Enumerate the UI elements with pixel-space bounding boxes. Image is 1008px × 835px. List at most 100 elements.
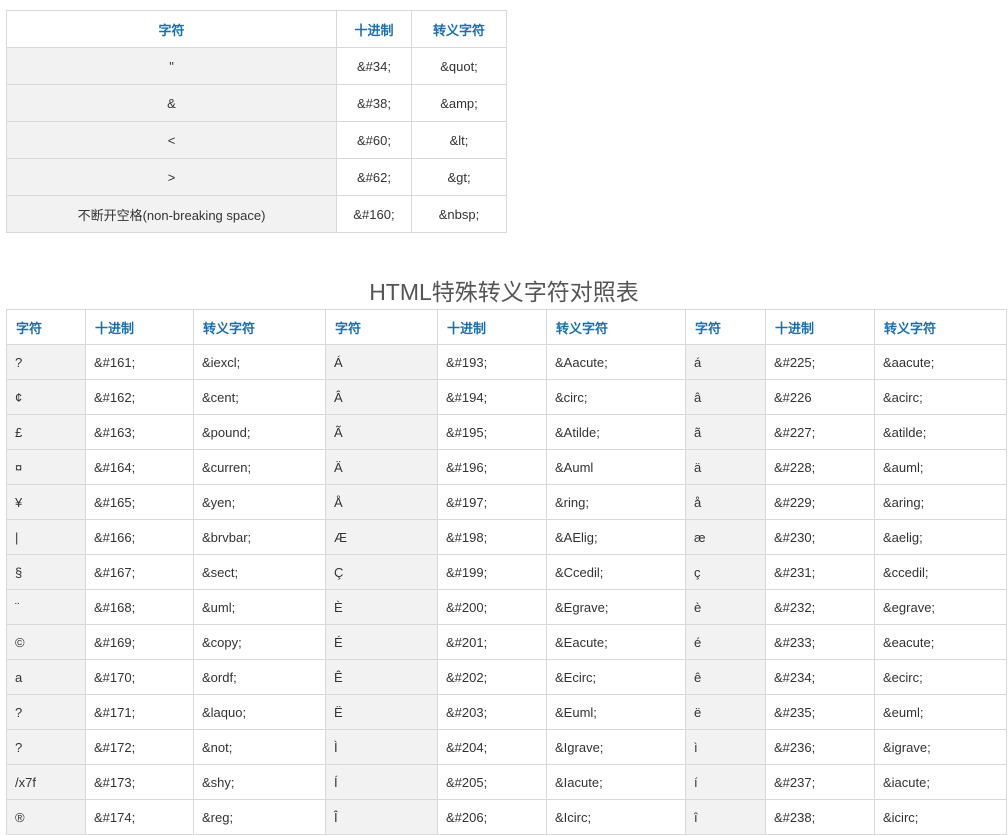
escape-cell: &iacute; (874, 764, 1007, 800)
header-escape: 转义字符 (411, 10, 507, 48)
table-row: ? &#171; &laquo; Ë &#203; &Euml; ë &#235; &euml; (6, 694, 1007, 730)
decimal-cell: &#206; (437, 799, 547, 835)
table-row: a &#170; &ordf; Ê &#202; &Ecirc; ê &#234; &ecirc… (6, 659, 1007, 695)
decimal-cell: &#201; (437, 624, 547, 660)
escape-cell: &amp; (411, 84, 507, 122)
decimal-cell: &#236; (765, 729, 875, 765)
decimal-cell: &#229; (765, 484, 875, 520)
escape-cell: &Auml (546, 449, 686, 485)
escape-cell: &Aacute; (546, 344, 686, 380)
escape-cell: &Atilde; (546, 414, 686, 450)
decimal-cell: &#235; (765, 694, 875, 730)
header-decimal: 十进制 (765, 309, 875, 345)
character-cell: < (6, 121, 337, 159)
table-row: & &#38; &amp; (6, 84, 507, 122)
table-row: ¢ &#162; &cent; Â &#194; &circ; â &#226 &acirc; (6, 379, 1007, 415)
decimal-cell: &#237; (765, 764, 875, 800)
decimal-cell: &#174; (85, 799, 194, 835)
main-table-header-row: 字符 十进制 转义字符 字符 十进制 转义字符 字符 十进制 转义字符 (6, 309, 1007, 345)
character-cell: Î (325, 799, 438, 835)
escape-cell: &aacute; (874, 344, 1007, 380)
decimal-cell: &#232; (765, 589, 875, 625)
decimal-cell: &#199; (437, 554, 547, 590)
character-cell: á (685, 344, 766, 380)
character-cell: ¤ (6, 449, 86, 485)
decimal-cell: &#227; (765, 414, 875, 450)
character-cell: ä (685, 449, 766, 485)
decimal-cell: &#226 (765, 379, 875, 415)
character-cell: È (325, 589, 438, 625)
decimal-cell: &#233; (765, 624, 875, 660)
escape-cell: &copy; (193, 624, 326, 660)
character-cell: ? (6, 694, 86, 730)
character-cell: ì (685, 729, 766, 765)
decimal-cell: &#198; (437, 519, 547, 555)
character-cell: Ê (325, 659, 438, 695)
character-cell: é (685, 624, 766, 660)
top-table-body: " &#34; &quot; & &#38; &amp; < &#60; &lt; > &#62; &… (6, 47, 507, 233)
character-cell: É (325, 624, 438, 660)
decimal-cell: &#231; (765, 554, 875, 590)
character-cell: æ (685, 519, 766, 555)
character-cell: è (685, 589, 766, 625)
header-decimal: 十进制 (437, 309, 547, 345)
decimal-cell: &#197; (437, 484, 547, 520)
character-cell: a (6, 659, 86, 695)
header-character: 字符 (6, 309, 86, 345)
decimal-cell: &#168; (85, 589, 194, 625)
escape-cell: &euml; (874, 694, 1007, 730)
table-row: ¤ &#164; &curren; Ä &#196; &Auml ä &#228; &auml; (6, 449, 1007, 485)
header-escape: 转义字符 (193, 309, 326, 345)
escape-cell: &brvbar; (193, 519, 326, 555)
escape-cell: &ccedil; (874, 554, 1007, 590)
header-decimal: 十进制 (336, 10, 412, 48)
escape-cell: &iexcl; (193, 344, 326, 380)
table-row: ¥ &#165; &yen; Å &#197; &ring; å &#229; &aring; (6, 484, 1007, 520)
escape-cell: &auml; (874, 449, 1007, 485)
table-row: " &#34; &quot; (6, 47, 507, 85)
character-cell: ã (685, 414, 766, 450)
table-row: £ &#163; &pound; Ã &#195; &Atilde; ã &#227; &ati… (6, 414, 1007, 450)
decimal-cell: &#173; (85, 764, 194, 800)
character-cell: £ (6, 414, 86, 450)
character-cell: 不断开空格(non-breaking space) (6, 195, 337, 233)
escape-cell: &reg; (193, 799, 326, 835)
escape-cell: &ecirc; (874, 659, 1007, 695)
decimal-cell: &#169; (85, 624, 194, 660)
header-character: 字符 (685, 309, 766, 345)
escape-cell: &gt; (411, 158, 507, 196)
character-cell: ê (685, 659, 766, 695)
decimal-cell: &#193; (437, 344, 547, 380)
character-cell: í (685, 764, 766, 800)
decimal-cell: &#172; (85, 729, 194, 765)
decimal-cell: &#164; (85, 449, 194, 485)
escape-cell: &shy; (193, 764, 326, 800)
escape-cell: &Egrave; (546, 589, 686, 625)
decimal-cell: &#161; (85, 344, 194, 380)
character-cell: /x7f (6, 764, 86, 800)
escape-cell: &eacute; (874, 624, 1007, 660)
decimal-cell: &#171; (85, 694, 194, 730)
escape-cell: &curren; (193, 449, 326, 485)
table-row: © &#169; &copy; É &#201; &Eacute; é &#233; &eacu… (6, 624, 1007, 660)
character-cell: Á (325, 344, 438, 380)
main-table-body: ? &#161; &iexcl; Á &#193; &Aacute; á &#225; &aac… (6, 344, 1007, 835)
character-cell: ç (685, 554, 766, 590)
character-cell: Ç (325, 554, 438, 590)
decimal-cell: &#230; (765, 519, 875, 555)
character-cell: â (685, 379, 766, 415)
decimal-cell: &#195; (437, 414, 547, 450)
table-row: > &#62; &gt; (6, 158, 507, 196)
escape-cell: &aring; (874, 484, 1007, 520)
table-row: ? &#161; &iexcl; Á &#193; &Aacute; á &#225; &aac… (6, 344, 1007, 380)
character-cell: î (685, 799, 766, 835)
character-cell: Ã (325, 414, 438, 450)
escape-cell: &Ccedil; (546, 554, 686, 590)
decimal-cell: &#194; (437, 379, 547, 415)
decimal-cell: &#234; (765, 659, 875, 695)
character-cell: Å (325, 484, 438, 520)
decimal-cell: &#170; (85, 659, 194, 695)
escape-cell: &cent; (193, 379, 326, 415)
decimal-cell: &#203; (437, 694, 547, 730)
header-character: 字符 (6, 10, 337, 48)
